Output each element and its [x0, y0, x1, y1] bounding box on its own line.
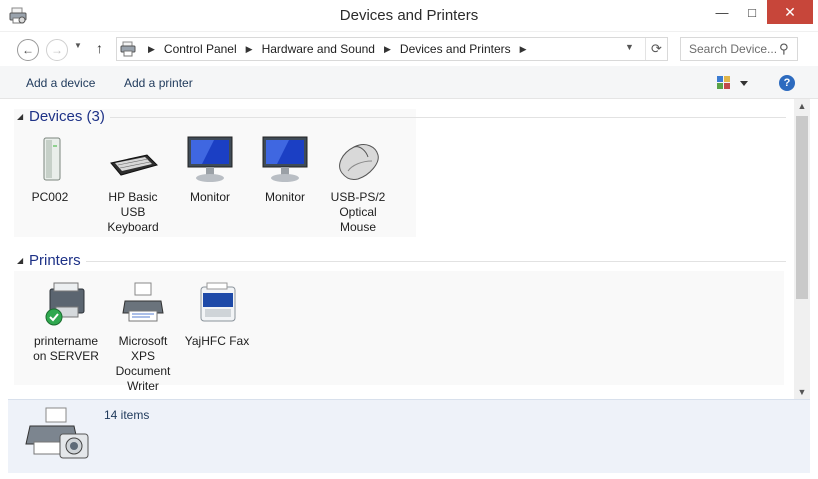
printer-label: printername on SERVER [33, 334, 99, 363]
device-item-monitor-2[interactable]: Monitor [249, 135, 321, 205]
search-icon[interactable]: ⚲ [779, 41, 789, 57]
breadcrumb-hardware-and-sound[interactable]: Hardware and Sound [262, 42, 375, 56]
monitor-icon [262, 136, 308, 182]
add-printer-button[interactable]: Add a printer [124, 76, 193, 90]
collapse-triangle-icon[interactable]: ◢ [17, 112, 23, 121]
search-placeholder[interactable]: Search Device... [689, 42, 777, 56]
printer-item-fax[interactable]: YajHFC Fax [181, 279, 253, 349]
help-button[interactable]: ? [779, 75, 795, 91]
devices-group-header[interactable]: ◢ Devices (3) [0, 107, 790, 127]
window-title: Devices and Printers [339, 7, 479, 24]
printer-icon [122, 282, 164, 322]
change-view-button[interactable] [716, 74, 750, 92]
item-count: 14 items [104, 408, 150, 422]
breadcrumb-separator-icon[interactable]: ▶ [384, 44, 391, 55]
device-label: PC002 [31, 190, 69, 204]
printer-label: Microsoft XPS Document Writer [115, 334, 171, 393]
details-pane: 14 items [8, 399, 810, 473]
devices-printers-icon [120, 41, 136, 57]
address-bar[interactable]: ▶ Control Panel ▶ Hardware and Sound ▶ D… [116, 37, 668, 61]
device-label: HP Basic USB Keyboard [107, 190, 159, 234]
title-bar: Devices and Printers — □ ✕ [0, 0, 818, 32]
recent-locations-dropdown[interactable]: ▼ [74, 41, 82, 50]
add-device-button[interactable]: Add a device [26, 76, 95, 90]
view-options-icon [717, 76, 748, 89]
fax-icon [200, 282, 236, 322]
scroll-down-icon[interactable]: ▼ [794, 387, 810, 397]
minimize-button[interactable]: — [707, 0, 737, 24]
printer-item-default[interactable]: printername on SERVER [30, 279, 102, 364]
device-label: Monitor [264, 190, 305, 204]
scroll-up-icon[interactable]: ▲ [794, 101, 810, 111]
device-item-monitor-1[interactable]: Monitor [174, 135, 246, 205]
device-item-pc002[interactable]: PC002 [14, 135, 86, 205]
group-divider [86, 261, 786, 262]
refresh-icon[interactable]: ⟳ [645, 38, 667, 60]
device-label: USB-PS/2 Optical Mouse [330, 190, 386, 234]
breadcrumb-separator-icon[interactable]: ▶ [520, 44, 527, 55]
printers-group-label: Printers [29, 252, 81, 269]
navigation-bar: ← → ▼ ↑ ▶ Control Panel ▶ Hardware and S… [0, 32, 818, 66]
devices-printers-large-icon [25, 407, 89, 459]
device-item-mouse[interactable]: USB-PS/2 Optical Mouse [322, 135, 394, 235]
devices-group-label: Devices (3) [29, 108, 105, 125]
breadcrumb: ▶ Control Panel ▶ Hardware and Sound ▶ D… [139, 42, 536, 56]
command-bar: Add a device Add a printer ? [0, 66, 818, 99]
up-button[interactable]: ↑ [96, 40, 103, 56]
devices-content-pane: ◢ Devices (3) PC002 HP Basic USB Keyboar… [0, 99, 808, 399]
search-box[interactable]: Search Device... ⚲ [680, 37, 798, 61]
keyboard-icon [110, 154, 158, 176]
scrollbar-thumb[interactable] [796, 116, 808, 299]
device-label: Monitor [189, 190, 230, 204]
address-dropdown-icon[interactable]: ▼ [625, 42, 634, 52]
back-button[interactable]: ← [17, 39, 39, 61]
printer-item-xps[interactable]: Microsoft XPS Document Writer [107, 279, 179, 394]
breadcrumb-separator-icon[interactable]: ▶ [148, 44, 155, 55]
mouse-icon [339, 144, 379, 180]
collapse-triangle-icon[interactable]: ◢ [17, 256, 23, 265]
breadcrumb-control-panel[interactable]: Control Panel [164, 42, 237, 56]
close-button[interactable]: ✕ [767, 0, 813, 24]
group-divider [110, 117, 786, 118]
default-printer-icon [45, 282, 85, 326]
breadcrumb-separator-icon[interactable]: ▶ [246, 44, 253, 55]
forward-button[interactable]: → [46, 39, 68, 61]
maximize-button[interactable]: □ [737, 0, 767, 24]
monitor-icon [187, 136, 233, 182]
computer-tower-icon [43, 137, 61, 181]
printers-group-header[interactable]: ◢ Printers [0, 251, 790, 271]
device-item-keyboard[interactable]: HP Basic USB Keyboard [97, 135, 169, 235]
vertical-scrollbar[interactable]: ▲ ▼ [794, 99, 810, 399]
printer-label: YajHFC Fax [184, 334, 250, 348]
breadcrumb-devices-and-printers[interactable]: Devices and Printers [400, 42, 511, 56]
